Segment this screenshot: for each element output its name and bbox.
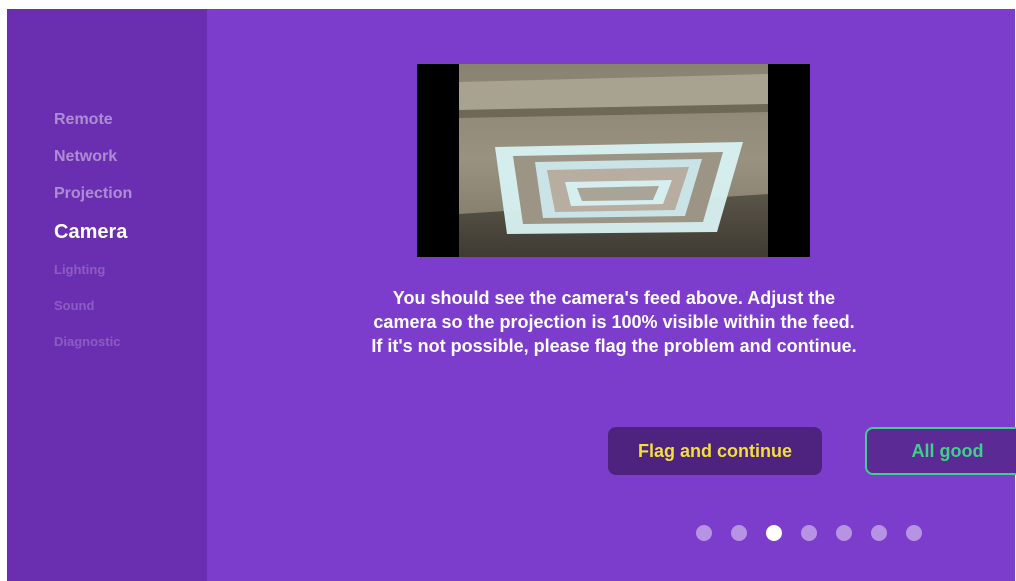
pager-dot[interactable]: [871, 525, 887, 541]
pager-dot-current[interactable]: [766, 525, 782, 541]
sidebar-item-diagnostic: Diagnostic: [54, 334, 121, 349]
pager-dot[interactable]: [696, 525, 712, 541]
flag-and-continue-button[interactable]: Flag and continue: [608, 427, 822, 475]
sidebar-item-sound: Sound: [54, 298, 95, 313]
pager-dot[interactable]: [801, 525, 817, 541]
instruction-text: You should see the camera's feed above. …: [371, 288, 857, 356]
main-panel: You should see the camera's feed above. …: [207, 9, 1016, 581]
step-pager: [696, 525, 922, 541]
sidebar-item-remote[interactable]: Remote: [54, 101, 132, 138]
pager-dot[interactable]: [731, 525, 747, 541]
camera-feed-image: [417, 64, 810, 257]
pager-dot[interactable]: [906, 525, 922, 541]
pager-dot[interactable]: [836, 525, 852, 541]
setup-steps-nav: Remote Network Projection Camera Lightin…: [54, 101, 132, 360]
setup-window: Remote Network Projection Camera Lightin…: [7, 9, 1016, 581]
all-good-button[interactable]: All good: [865, 427, 1016, 475]
sidebar-item-lighting: Lighting: [54, 262, 106, 277]
sidebar-item-projection[interactable]: Projection: [54, 175, 132, 212]
sidebar-item-camera[interactable]: Camera: [54, 212, 132, 252]
sidebar: Remote Network Projection Camera Lightin…: [7, 9, 207, 581]
sidebar-item-network[interactable]: Network: [54, 138, 132, 175]
camera-feed: [417, 64, 810, 257]
